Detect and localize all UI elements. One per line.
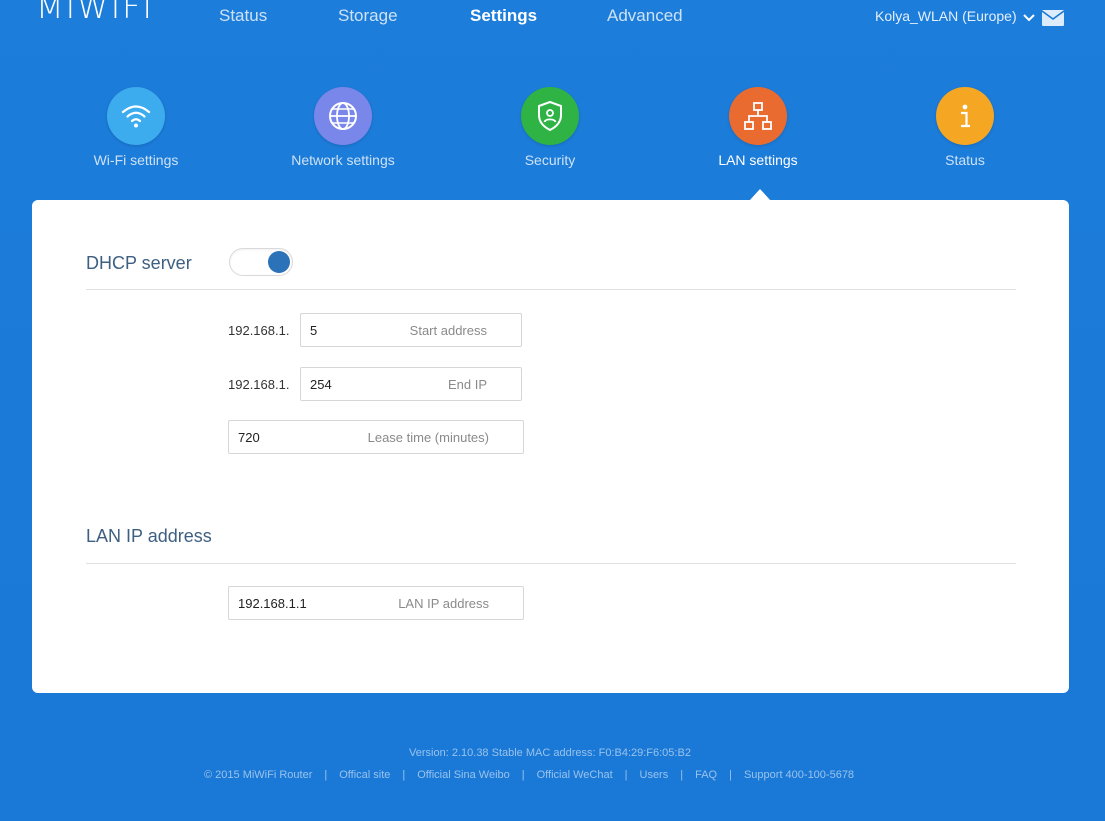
info-icon [936,87,994,145]
lan-ip-title: LAN IP address [86,526,212,546]
start-ip-prefix: 192.168.1. [228,323,290,338]
footer-copyright: © 2015 MiWiFi Router [204,769,313,781]
toggle-knob [268,251,290,273]
footer-link-faq[interactable]: FAQ [695,769,717,781]
globe-icon [314,87,372,145]
chevron-down-icon [1022,9,1035,25]
nav-status[interactable]: Status [219,6,267,26]
lan-ip-field[interactable]: LAN IP address [228,586,524,620]
section-divider [86,289,1016,290]
dhcp-server-title: DHCP server [86,253,192,273]
category-status[interactable]: Status [885,87,1045,168]
lan-ip-input[interactable] [229,587,523,619]
footer-link-wechat[interactable]: Official WeChat [537,769,613,781]
end-ip-field[interactable]: End IP [300,367,522,401]
end-ip-prefix: 192.168.1. [228,377,290,392]
category-label: Network settings [291,152,395,168]
category-wifi-settings[interactable]: Wi-Fi settings [56,87,216,168]
network-tree-icon [729,87,787,145]
dhcp-server-toggle[interactable] [229,248,293,276]
footer-link-users[interactable]: Users [640,769,669,781]
footer-link-support[interactable]: Support 400-100-5678 [744,769,854,781]
miwifi-logo[interactable]: MIWIFI [36,0,154,26]
category-label: Security [524,152,576,168]
footer-link-sina-weibo[interactable]: Official Sina Weibo [417,769,510,781]
category-network-settings[interactable]: Network settings [263,87,423,168]
lease-time-field[interactable]: Lease time (minutes) [228,420,524,454]
section-divider [86,563,1016,564]
category-label: Status [945,152,985,168]
shield-icon [521,87,579,145]
category-lan-settings[interactable]: LAN settings [678,87,838,168]
end-ip-input[interactable] [301,368,521,400]
nav-settings[interactable]: Settings [470,6,537,26]
envelope-icon[interactable] [1041,10,1065,26]
wifi-icon [107,87,165,145]
network-selector[interactable]: Kolya_WLAN (Europe) [875,8,1035,25]
nav-advanced[interactable]: Advanced [607,6,683,26]
nav-storage[interactable]: Storage [338,6,398,26]
start-address-input[interactable] [301,314,521,346]
category-security[interactable]: Security [470,87,630,168]
start-address-field[interactable]: Start address [300,313,522,347]
lease-time-input[interactable] [229,421,523,453]
network-name: Kolya_WLAN (Europe) [875,8,1017,24]
footer-version: Version: 2.10.38 Stable MAC address: F0:… [409,747,691,759]
footer-links: © 2015 MiWiFi Router | Offical site | Offici… [204,769,855,781]
footer-link-official-site[interactable]: Offical site [339,769,390,781]
category-label: Wi-Fi settings [93,152,179,168]
lan-settings-panel: DHCP server 192.168.1. Start address 192… [32,200,1069,693]
category-label: LAN settings [718,152,798,168]
